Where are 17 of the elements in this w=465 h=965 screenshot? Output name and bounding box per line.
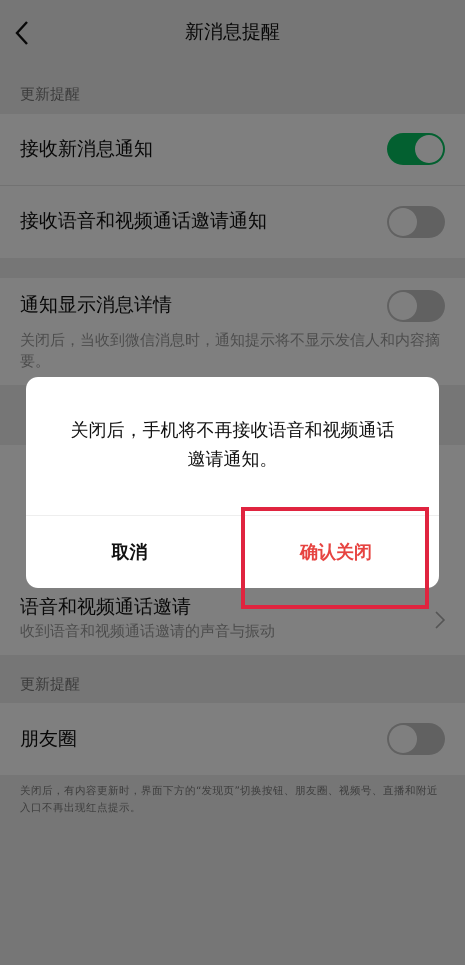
section-header: 更新提醒 xyxy=(19,674,81,695)
back-icon[interactable] xyxy=(14,20,30,46)
toggle-switch[interactable] xyxy=(387,723,445,756)
toggle-switch[interactable] xyxy=(387,206,445,238)
setting-label: 朋友圈 xyxy=(20,727,77,752)
toggle-switch[interactable] xyxy=(387,290,445,322)
setting-label: 语音和视频通话邀请 xyxy=(20,594,191,620)
setting-label: 接收语音和视频通话邀请通知 xyxy=(20,209,267,234)
section-header: 更新提醒 xyxy=(19,84,81,105)
confirm-button[interactable]: 确认关闭 xyxy=(232,516,439,588)
page-title: 新消息提醒 xyxy=(185,20,280,46)
setting-label: 接收新消息通知 xyxy=(20,136,153,162)
toggle-switch[interactable] xyxy=(387,133,445,165)
footnote: 关闭后，有内容更新时，界面下方的“发现页”切换按钮、朋友圈、视频号、直播和附近入口不再出现红点提示。 xyxy=(19,784,439,816)
chevron-icon xyxy=(435,611,445,629)
setting-label: 通知显示消息详情 xyxy=(20,293,172,318)
cancel-button[interactable]: 取消 xyxy=(26,516,232,588)
